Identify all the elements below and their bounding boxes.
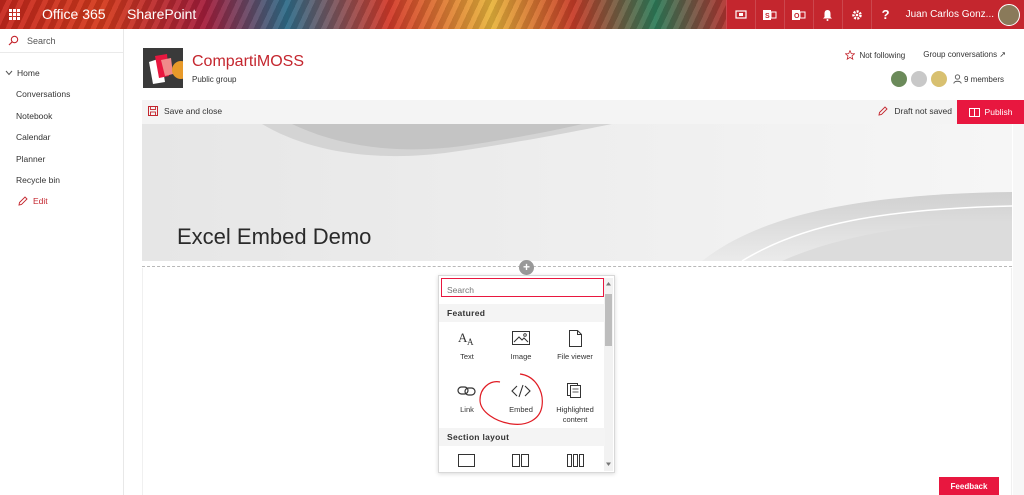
edit-label: Edit xyxy=(33,196,48,206)
layout-three-columns[interactable] xyxy=(567,454,584,472)
sidebar-item-calendar[interactable]: Calendar xyxy=(16,132,51,142)
help-icon[interactable]: ? xyxy=(870,0,900,29)
highlighted-content-icon xyxy=(548,381,602,401)
search-placeholder: Search xyxy=(27,35,56,46)
sharepoint-link[interactable]: SharePoint xyxy=(127,6,196,22)
member-avatar xyxy=(889,70,908,88)
site-header: CompartiMOSS Public group Not following … xyxy=(125,29,1024,100)
members-count: 9 members xyxy=(963,74,1004,84)
layout-two-columns[interactable] xyxy=(512,454,529,472)
edit-nav-link[interactable]: Edit xyxy=(18,196,48,206)
scroll-up-icon xyxy=(606,282,611,286)
chevron-down-icon xyxy=(5,70,13,76)
sidebar-item-planner[interactable]: Planner xyxy=(16,154,45,164)
follow-area: Not following Group conversations ↗ xyxy=(845,50,1006,60)
featured-heading: Featured xyxy=(439,304,605,322)
webpart-label: Highlighted content xyxy=(556,405,594,424)
sway-icon[interactable]: O xyxy=(783,0,813,29)
pencil-icon xyxy=(18,196,28,206)
toolbox-search-input[interactable] xyxy=(441,278,604,297)
sidebar-item-recycle-bin[interactable]: Recycle bin xyxy=(16,175,60,185)
page-scrollbar[interactable] xyxy=(1013,124,1024,495)
image-icon xyxy=(494,328,548,348)
user-name: Juan Carlos Gonz... xyxy=(905,9,994,20)
draft-label: Draft not saved xyxy=(894,106,952,116)
search-box[interactable]: Search xyxy=(0,29,123,53)
member-avatar xyxy=(929,70,948,88)
gear-icon[interactable] xyxy=(841,0,871,29)
feedback-button[interactable]: Feedback xyxy=(939,477,999,495)
pencil-icon xyxy=(878,106,888,116)
webpart-label: Text xyxy=(460,352,474,361)
command-bar: Save and close Draft not saved Publish xyxy=(142,100,1024,124)
toolbox-scroll-thumb[interactable] xyxy=(605,294,612,346)
toolbox-scrollbar[interactable] xyxy=(604,278,613,471)
svg-text:O: O xyxy=(794,13,800,20)
members-area[interactable]: 9 members xyxy=(889,70,1004,88)
webpart-highlighted-content[interactable]: Highlighted content xyxy=(548,381,602,425)
three-columns-icon xyxy=(567,454,584,467)
sidebar-item-notebook[interactable]: Notebook xyxy=(16,111,52,121)
office-365-link[interactable]: Office 365 xyxy=(42,6,106,22)
save-and-close-button[interactable]: Save and close xyxy=(148,106,222,116)
webpart-label: File viewer xyxy=(557,352,593,361)
svg-text:S: S xyxy=(765,13,770,20)
sidebar-item-conversations[interactable]: Conversations xyxy=(16,89,70,99)
search-icon xyxy=(8,35,19,46)
person-icon xyxy=(953,74,962,84)
one-column-icon xyxy=(458,454,475,467)
screen-icon[interactable] xyxy=(725,0,755,29)
publish-label: Publish xyxy=(984,107,1013,117)
bell-icon[interactable] xyxy=(812,0,842,29)
waffle-icon xyxy=(9,9,20,20)
save-label: Save and close xyxy=(164,106,223,116)
annotation-circle xyxy=(479,373,543,425)
sidebar-item-label: Home xyxy=(17,68,40,78)
webpart-file-viewer[interactable]: File viewer xyxy=(548,328,602,362)
left-navigation: Search Home Conversations Notebook Calen… xyxy=(0,29,124,495)
page-title[interactable]: Excel Embed Demo xyxy=(177,224,371,250)
site-title[interactable]: CompartiMOSS xyxy=(192,53,304,71)
app-launcher-button[interactable] xyxy=(0,0,29,29)
text-icon: AA xyxy=(440,328,494,348)
user-menu[interactable]: Juan Carlos Gonz... xyxy=(899,0,1024,29)
user-avatar xyxy=(998,3,1020,26)
sidebar-item-home[interactable]: Home xyxy=(5,68,40,78)
follow-button[interactable]: Not following xyxy=(845,50,905,60)
follow-label: Not following xyxy=(859,50,906,60)
suite-bar: Office 365 SharePoint S O ? Juan Carlos … xyxy=(0,0,1024,29)
section-layout-heading: Section layout xyxy=(439,428,605,446)
title-banner[interactable]: Excel Embed Demo xyxy=(142,124,1012,261)
outlook-icon[interactable]: S xyxy=(754,0,784,29)
two-columns-icon xyxy=(512,454,529,467)
webpart-image[interactable]: Image xyxy=(494,328,548,362)
save-icon xyxy=(148,106,158,116)
publish-button[interactable]: Publish xyxy=(957,100,1024,124)
member-avatar xyxy=(909,70,928,88)
star-icon xyxy=(845,50,856,60)
file-icon xyxy=(548,328,602,348)
book-icon xyxy=(968,107,980,117)
draft-status: Draft not saved xyxy=(878,106,952,116)
site-subtitle: Public group xyxy=(192,75,237,84)
scroll-down-icon xyxy=(606,462,611,466)
group-conversations-link[interactable]: Group conversations ↗ xyxy=(923,50,1006,60)
section-divider xyxy=(142,266,1012,267)
webpart-toolbox: Featured AA Text Image File viewer Link … xyxy=(438,275,615,473)
webpart-label: Image xyxy=(510,352,532,361)
webpart-label: Link xyxy=(460,405,474,414)
webpart-text[interactable]: AA Text xyxy=(440,328,494,362)
layout-one-column[interactable] xyxy=(458,454,475,472)
svg-text:A: A xyxy=(467,337,474,346)
site-logo[interactable] xyxy=(143,48,183,88)
